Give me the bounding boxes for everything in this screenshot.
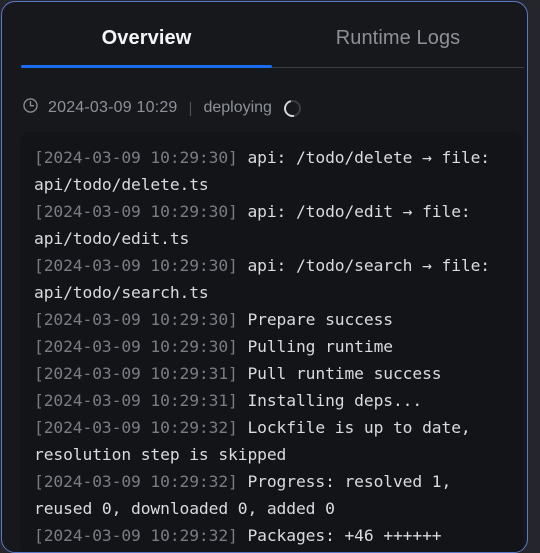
tab-runtime-logs[interactable]: Runtime Logs — [272, 18, 524, 58]
log-line: [2024-03-09 10:29:32] Lockfile is up to … — [34, 414, 509, 468]
log-line-timestamp: [2024-03-09 10:29:32] — [34, 526, 238, 545]
log-line: [2024-03-09 10:29:30] Pulling runtime — [34, 333, 509, 360]
log-line-timestamp: [2024-03-09 10:29:31] — [34, 364, 238, 383]
clock-icon — [22, 97, 39, 119]
status-state: deploying — [203, 99, 272, 116]
log-line-timestamp: [2024-03-09 10:29:30] — [34, 256, 238, 275]
log-scroll-area[interactable]: [2024-03-09 10:29:30] api: /todo/delete … — [20, 132, 523, 552]
log-line-message: Packages: +46 ++++++ — [237, 526, 442, 545]
log-line: [2024-03-09 10:29:32] Packages: +46 ++++… — [34, 522, 509, 549]
log-line-timestamp: [2024-03-09 10:29:31] — [34, 391, 238, 410]
tab-bar: Overview Runtime Logs — [2, 18, 527, 70]
log-line-message: Installing deps... — [237, 391, 423, 410]
tab-active-underline — [21, 65, 272, 68]
tab-overview[interactable]: Overview — [21, 18, 272, 58]
status-timestamp: 2024-03-09 10:29 — [48, 99, 178, 116]
log-line: [2024-03-09 10:29:30] api: /todo/delete … — [34, 144, 509, 198]
spinner-icon — [280, 96, 305, 120]
log-line: [2024-03-09 10:29:31] Installing deps... — [34, 387, 509, 414]
log-line-message: Prepare success — [237, 310, 393, 329]
log-line: [2024-03-09 10:29:32] Progress: resolved… — [34, 468, 509, 522]
log-panel[interactable]: [2024-03-09 10:29:30] api: /todo/delete … — [20, 132, 523, 552]
status-row: 2024-03-09 10:29 | deploying — [22, 94, 305, 122]
log-line: [2024-03-09 10:29:30] api: /todo/search … — [34, 252, 509, 306]
log-line-timestamp: [2024-03-09 10:29:32] — [34, 472, 238, 491]
log-line: [2024-03-09 10:29:30] Prepare success — [34, 306, 509, 333]
log-line-message: Pull runtime success — [237, 364, 442, 383]
log-line-message: Pulling runtime — [237, 337, 393, 356]
log-line-timestamp: [2024-03-09 10:29:30] — [34, 310, 238, 329]
log-line: [2024-03-09 10:29:31] Pull runtime succe… — [34, 360, 509, 387]
deployment-panel: Overview Runtime Logs 2024-03-09 10:29 |… — [1, 1, 528, 553]
log-line-timestamp: [2024-03-09 10:29:30] — [34, 202, 238, 221]
log-line: [2024-03-09 10:29:30] api: /todo/edit → … — [34, 198, 509, 252]
log-line-timestamp: [2024-03-09 10:29:30] — [34, 148, 238, 167]
log-line-timestamp: [2024-03-09 10:29:30] — [34, 337, 238, 356]
status-separator: | — [188, 99, 193, 117]
log-line-timestamp: [2024-03-09 10:29:32] — [34, 418, 238, 437]
